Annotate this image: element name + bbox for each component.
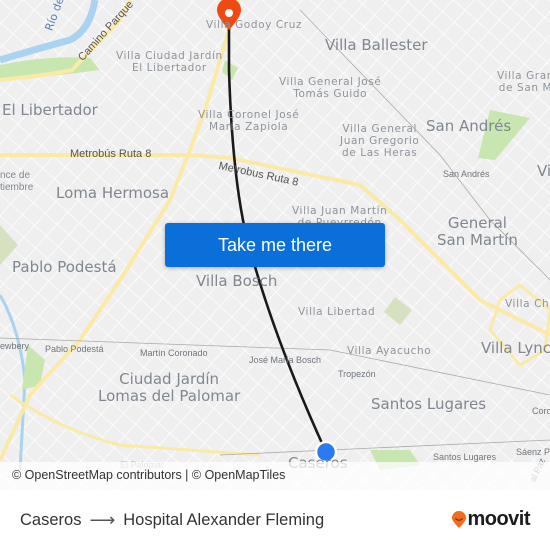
moovit-wordmark: moovit xyxy=(467,508,530,530)
map-label: Villa Libertad xyxy=(298,306,376,318)
take-me-there-button[interactable]: Take me there xyxy=(165,223,385,267)
moovit-logo[interactable]: moovit xyxy=(451,508,530,531)
origin-name: Caseros xyxy=(20,511,82,529)
map-label: Ciudad Jardín Lomas del Palomar xyxy=(98,370,241,406)
map-label: ewbery xyxy=(0,341,30,351)
map-label: Villa General José Tomás Guido xyxy=(279,76,382,101)
map-label: Villa Ayacucho xyxy=(347,345,432,357)
map-label: Sáenz Pe xyxy=(516,447,550,457)
map-attribution: © OpenStreetMap contributors | © OpenMap… xyxy=(0,462,550,490)
map-label: Loma Hermosa xyxy=(56,184,170,202)
map-label: Villa Gran de San M xyxy=(497,70,550,95)
map-label: El Libertador xyxy=(2,101,98,119)
map-label: Santos Lugares xyxy=(371,395,487,413)
map-label: Santos Lugares xyxy=(433,452,497,462)
map-label: San Andrés xyxy=(443,169,490,179)
map-label: Coro xyxy=(532,406,550,416)
arrow-right-icon: ⟶ xyxy=(89,510,116,530)
map-label: San Andrés xyxy=(426,117,512,135)
map-label: Vi xyxy=(537,162,550,180)
attribution-text[interactable]: © OpenStreetMap contributors | © OpenMap… xyxy=(12,468,285,482)
map-label: Tropezón xyxy=(338,369,376,379)
map-label: nce de tiembre xyxy=(0,170,34,193)
route-title: Caseros ⟶ Hospital Alexander Fleming xyxy=(20,510,324,531)
map-label: Metrobús Ruta 8 xyxy=(70,148,152,160)
footer-bar: Caseros ⟶ Hospital Alexander Fleming moo… xyxy=(0,490,550,550)
map-label: José María Bosch xyxy=(249,355,322,365)
map-label: Villa Ballester xyxy=(325,36,428,54)
map-label: Villa General Juan Gregorio de Las Heras xyxy=(340,123,420,160)
map-label: Villa Ciudad Jardín El Libertador xyxy=(116,50,223,75)
map-label: Villa Lynch xyxy=(481,339,550,357)
map-label: Martín Coronado xyxy=(140,348,208,358)
moovit-pin-icon xyxy=(452,510,467,528)
map-label: Pablo Podestá xyxy=(12,258,117,276)
destination-name: Hospital Alexander Fleming xyxy=(123,511,325,529)
map-label: General San Martín xyxy=(437,214,518,250)
route-map[interactable]: Río de Camino Parque Villa Godoy Cruz Vi… xyxy=(0,0,550,490)
map-label: Pablo Podestá xyxy=(45,344,104,354)
map-label: Villa Godoy Cruz xyxy=(206,19,303,31)
map-label: Villa Cha xyxy=(505,298,550,310)
map-label: Villa Coronel José María Zapiola xyxy=(198,109,300,134)
map-label: Villa Bosch xyxy=(196,272,278,290)
